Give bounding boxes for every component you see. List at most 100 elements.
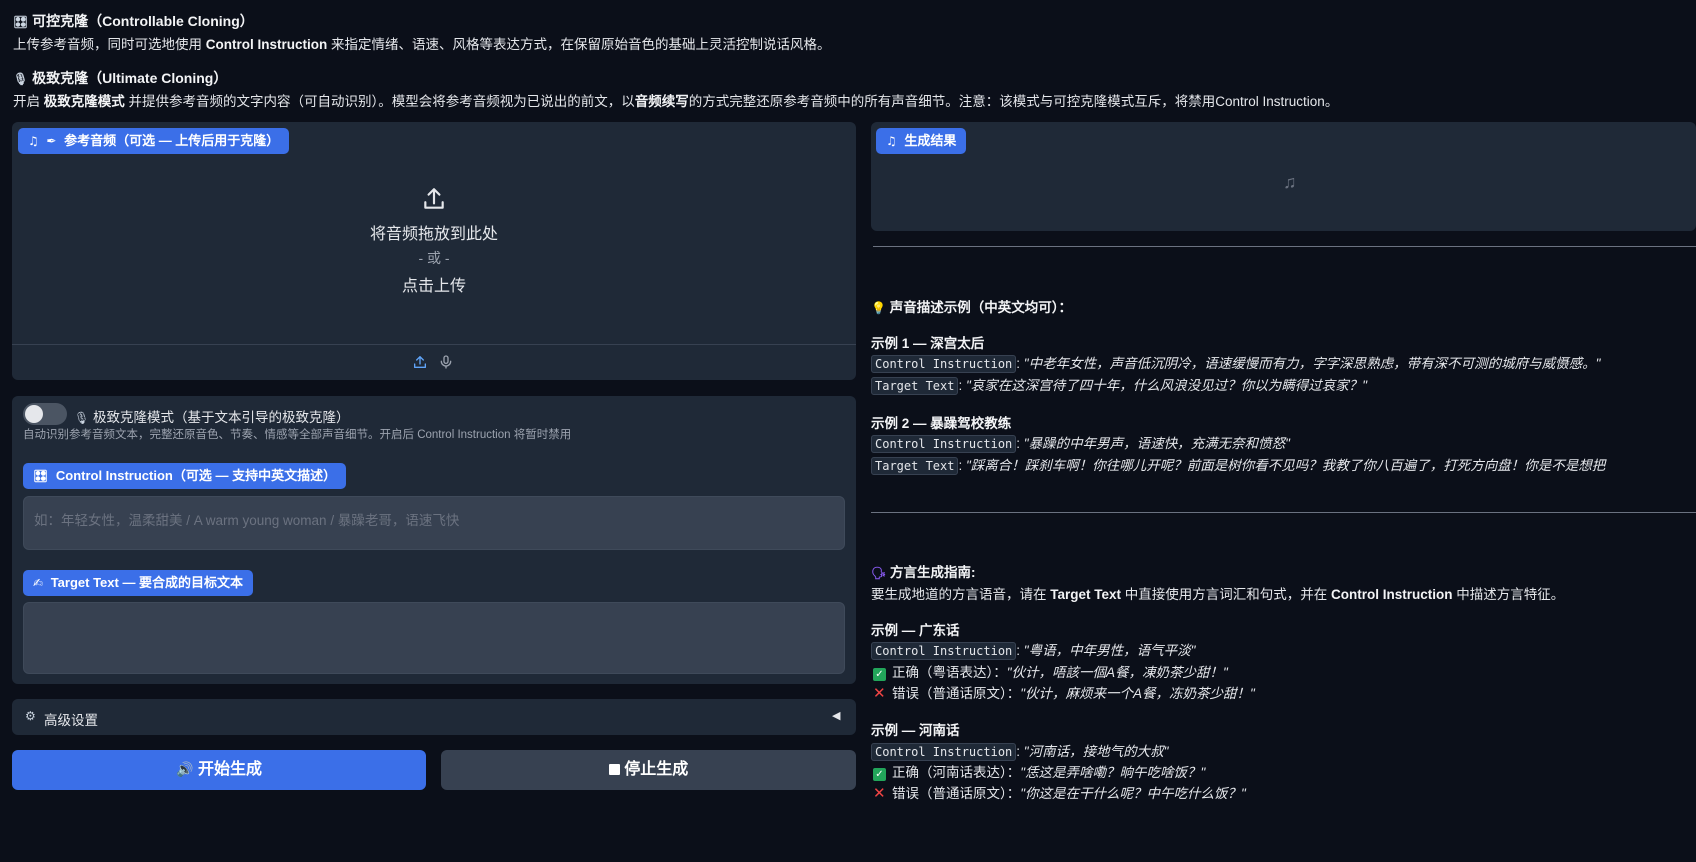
henan-correct: ✓ 正确（河南话表达）："恁这是弄啥嘞？晌午吃啥饭？" <box>873 761 1205 781</box>
ultimate-mode-label-text: 极致克隆模式（基于文本引导的极致克隆） <box>93 410 350 425</box>
examples-title-text: 声音描述示例（中英文均可）： <box>889 300 1072 315</box>
start-generation-button[interactable]: 🔊 开始生成 <box>12 750 426 790</box>
speaking-head-icon: 🗣 <box>871 566 887 580</box>
code-tag: Control Instruction <box>871 355 1017 373</box>
henan-example-title: 示例 — 河南话 <box>871 723 960 738</box>
advanced-settings-accordion[interactable]: ⚙ 高级设置 ◀ <box>12 699 856 735</box>
examples-title: 💡 声音描述示例（中英文均可）： <box>871 296 1072 316</box>
cantonese-example-title: 示例 — 广东话 <box>871 623 960 638</box>
example-text: "恁这是弄啥嘞？晌午吃啥饭？" <box>1020 765 1206 780</box>
example-text: "伙计，唔該一個A餐，凍奶茶少甜！" <box>1006 665 1228 680</box>
drop-text: 将音频拖放到此处 <box>369 226 498 243</box>
desc-post: 中描述方言特征。 <box>1452 587 1565 602</box>
ultimate-cloning-title: 🎙 极致克隆（Ultimate Cloning） <box>13 68 227 88</box>
writing-hand-icon: ✍ <box>33 576 44 590</box>
example-text: "河南话，接地气的大叔" <box>1023 744 1169 759</box>
example-text: "哀家在这深宫待了四十年，什么风浪没见过？你以为瞒得过哀家？" <box>966 378 1368 393</box>
control-knobs-icon: 🎛 <box>13 15 29 29</box>
upload-source-button[interactable] <box>412 354 428 375</box>
microphone-icon: 🎙 <box>74 411 90 425</box>
cantonese-wrong: ✕ 错误（普通话原文）："伙计，麻烦来一个A餐，冻奶茶少甜！" <box>873 682 1255 702</box>
microphone-source-button[interactable] <box>438 354 454 375</box>
example-1-instruction: Control Instruction: "中老年女性，声音低沉阴冷，语速缓慢而… <box>871 352 1600 373</box>
stop-icon <box>608 764 620 775</box>
dialect-guide-desc: 要生成地道的方言语音，请在 Target Text 中直接使用方言词汇和句式，并… <box>871 583 1564 603</box>
example-text: "粤语，中年男性，语气平淡" <box>1023 643 1196 658</box>
start-button-label: 开始生成 <box>197 761 262 778</box>
music-note-icon: ♫ <box>28 134 39 148</box>
settings-panel: 🎙 极致克隆模式（基于文本引导的极致克隆） 自动识别参考音频文本，完整还原音色、… <box>12 396 856 684</box>
desc-pre: 要生成地道的方言语音，请在 <box>871 587 1051 602</box>
control-instruction-label: 🎛 Control Instruction（可选 — 支持中英文描述） <box>23 463 347 489</box>
desc-bold: 极致克隆模式 <box>43 94 125 109</box>
target-text-label: ✍ Target Text — 要合成的目标文本 <box>23 570 254 596</box>
result-label: ♫ 生成结果 <box>876 128 967 154</box>
desc-bold: Control Instruction <box>205 37 328 52</box>
wrong-label: 错误（普通话原文）： <box>892 786 1021 801</box>
code-tag: Target Text <box>871 457 959 475</box>
desc-mid: 并提供参考音频的文字内容（可自动识别）。模型会将参考音频视为已说出的前文，以 <box>124 94 635 109</box>
wrong-label: 错误（普通话原文）： <box>892 686 1021 701</box>
code-tag: Target Text <box>871 377 959 395</box>
target-text-input[interactable] <box>23 602 845 674</box>
example-text: "踩离合！踩刹车啊！你往哪儿开呢？前面是树你看不见吗？我教了你八百遍了，打死方向… <box>966 458 1606 473</box>
microphone-icon: 🎙 <box>13 72 29 86</box>
upload-icon <box>424 188 444 209</box>
result-panel: ♫ 生成结果 ♫ <box>871 122 1696 231</box>
cross-mark-icon: ✕ <box>873 685 886 702</box>
example-text: "伙计，麻烦来一个A餐，冻奶茶少甜！" <box>1020 686 1255 701</box>
reference-audio-label: ♫ ✒ 参考音频（可选 — 上传后用于克隆） <box>18 128 290 154</box>
desc-mid: 中直接使用方言词汇和句式，并在 <box>1121 587 1332 602</box>
controllable-title-text: 可控克隆（Controllable Cloning） <box>32 13 254 29</box>
ultimate-mode-label: 🎙 极致克隆模式（基于文本引导的极致克隆） <box>74 406 350 426</box>
audio-dropzone[interactable]: 将音频拖放到此处 - 或 - 点击上传 <box>12 186 856 346</box>
collapse-arrow-icon: ◀ <box>832 710 841 722</box>
or-text: - 或 - <box>418 250 450 266</box>
advanced-settings-label: 高级设置 <box>44 713 98 728</box>
desc-bold: 音频续写 <box>634 94 689 109</box>
stop-generation-button[interactable]: 停止生成 <box>441 750 856 790</box>
dialect-guide-title: 🗣 方言生成指南: <box>871 561 976 581</box>
example-2-title: 示例 2 — 暴躁驾校教练 <box>871 416 1012 431</box>
speaker-icon: 🔊 <box>176 762 194 778</box>
desc-bold: Control Instruction <box>1331 587 1453 602</box>
control-instruction-label-text: Control Instruction（可选 — 支持中英文描述） <box>55 468 337 483</box>
controllable-cloning-desc: 上传参考音频，同时可选地使用 Control Instruction 来指定情绪… <box>13 33 831 53</box>
code-tag: Control Instruction <box>871 743 1017 761</box>
ultimate-title-text: 极致克隆（Ultimate Cloning） <box>32 70 228 86</box>
pen-icon: ✒ <box>46 134 57 148</box>
example-2-target: Target Text: "踩离合！踩刹车啊！你往哪儿开呢？前面是树你看不见吗？… <box>871 454 1606 475</box>
desc-post: 的方式完整还原参考音频中的所有声音细节。注意：该模式与可控克隆模式互斥，将禁用C… <box>688 94 1339 109</box>
reference-audio-label-text: 参考音频（可选 — 上传后用于克隆） <box>64 133 280 148</box>
check-mark-icon: ✓ <box>873 668 886 681</box>
desc-post: 来指定情绪、语速、风格等表达方式，在保留原始音色的基础上灵活控制说话风格。 <box>327 37 831 52</box>
dialect-guide-title-text: 方言生成指南: <box>890 565 976 580</box>
separator <box>871 512 1696 513</box>
result-label-text: 生成结果 <box>904 133 957 148</box>
stop-button-label: 停止生成 <box>624 761 689 778</box>
divider <box>12 344 856 345</box>
example-text: "你这是在干什么呢？中午吃什么饭？" <box>1020 786 1246 801</box>
controllable-cloning-title: 🎛 可控克隆（Controllable Cloning） <box>13 11 254 31</box>
example-text: "暴躁的中年男声，语速快，充满无奈和愤怒" <box>1023 436 1290 451</box>
control-instruction-input[interactable]: 如：年轻女性，温柔甜美 / A warm young woman / 暴躁老哥，… <box>23 496 845 550</box>
correct-label: 正确（河南话表达）： <box>892 765 1021 780</box>
code-tag: Control Instruction <box>871 435 1017 453</box>
audio-placeholder-icon: ♫ <box>1283 172 1297 192</box>
lightbulb-icon: 💡 <box>871 301 886 315</box>
ultimate-mode-toggle[interactable] <box>23 403 67 425</box>
upload-icon <box>414 356 426 368</box>
control-knobs-icon: 🎛 <box>33 469 49 483</box>
cross-mark-icon: ✕ <box>873 785 886 802</box>
music-note-icon: ♫ <box>886 134 897 148</box>
code-tag: Control Instruction <box>871 642 1017 660</box>
correct-label: 正确（粤语表达）： <box>892 665 1007 680</box>
example-2-instruction: Control Instruction: "暴躁的中年男声，语速快，充满无奈和愤… <box>871 432 1290 453</box>
click-upload-text: 点击上传 <box>401 278 466 295</box>
desc-bold: Target Text <box>1050 587 1122 602</box>
separator <box>873 246 1696 247</box>
example-1-title: 示例 1 — 深宫太后 <box>871 336 985 351</box>
ultimate-mode-hint: 自动识别参考音频文本，完整还原音色、节奏、情感等全部声音细节。开启后 Contr… <box>23 429 572 441</box>
reference-audio-panel: ♫ ✒ 参考音频（可选 — 上传后用于克隆） 将音频拖放到此处 - 或 - 点击… <box>12 122 856 380</box>
target-text-label-text: Target Text — 要合成的目标文本 <box>50 575 244 590</box>
